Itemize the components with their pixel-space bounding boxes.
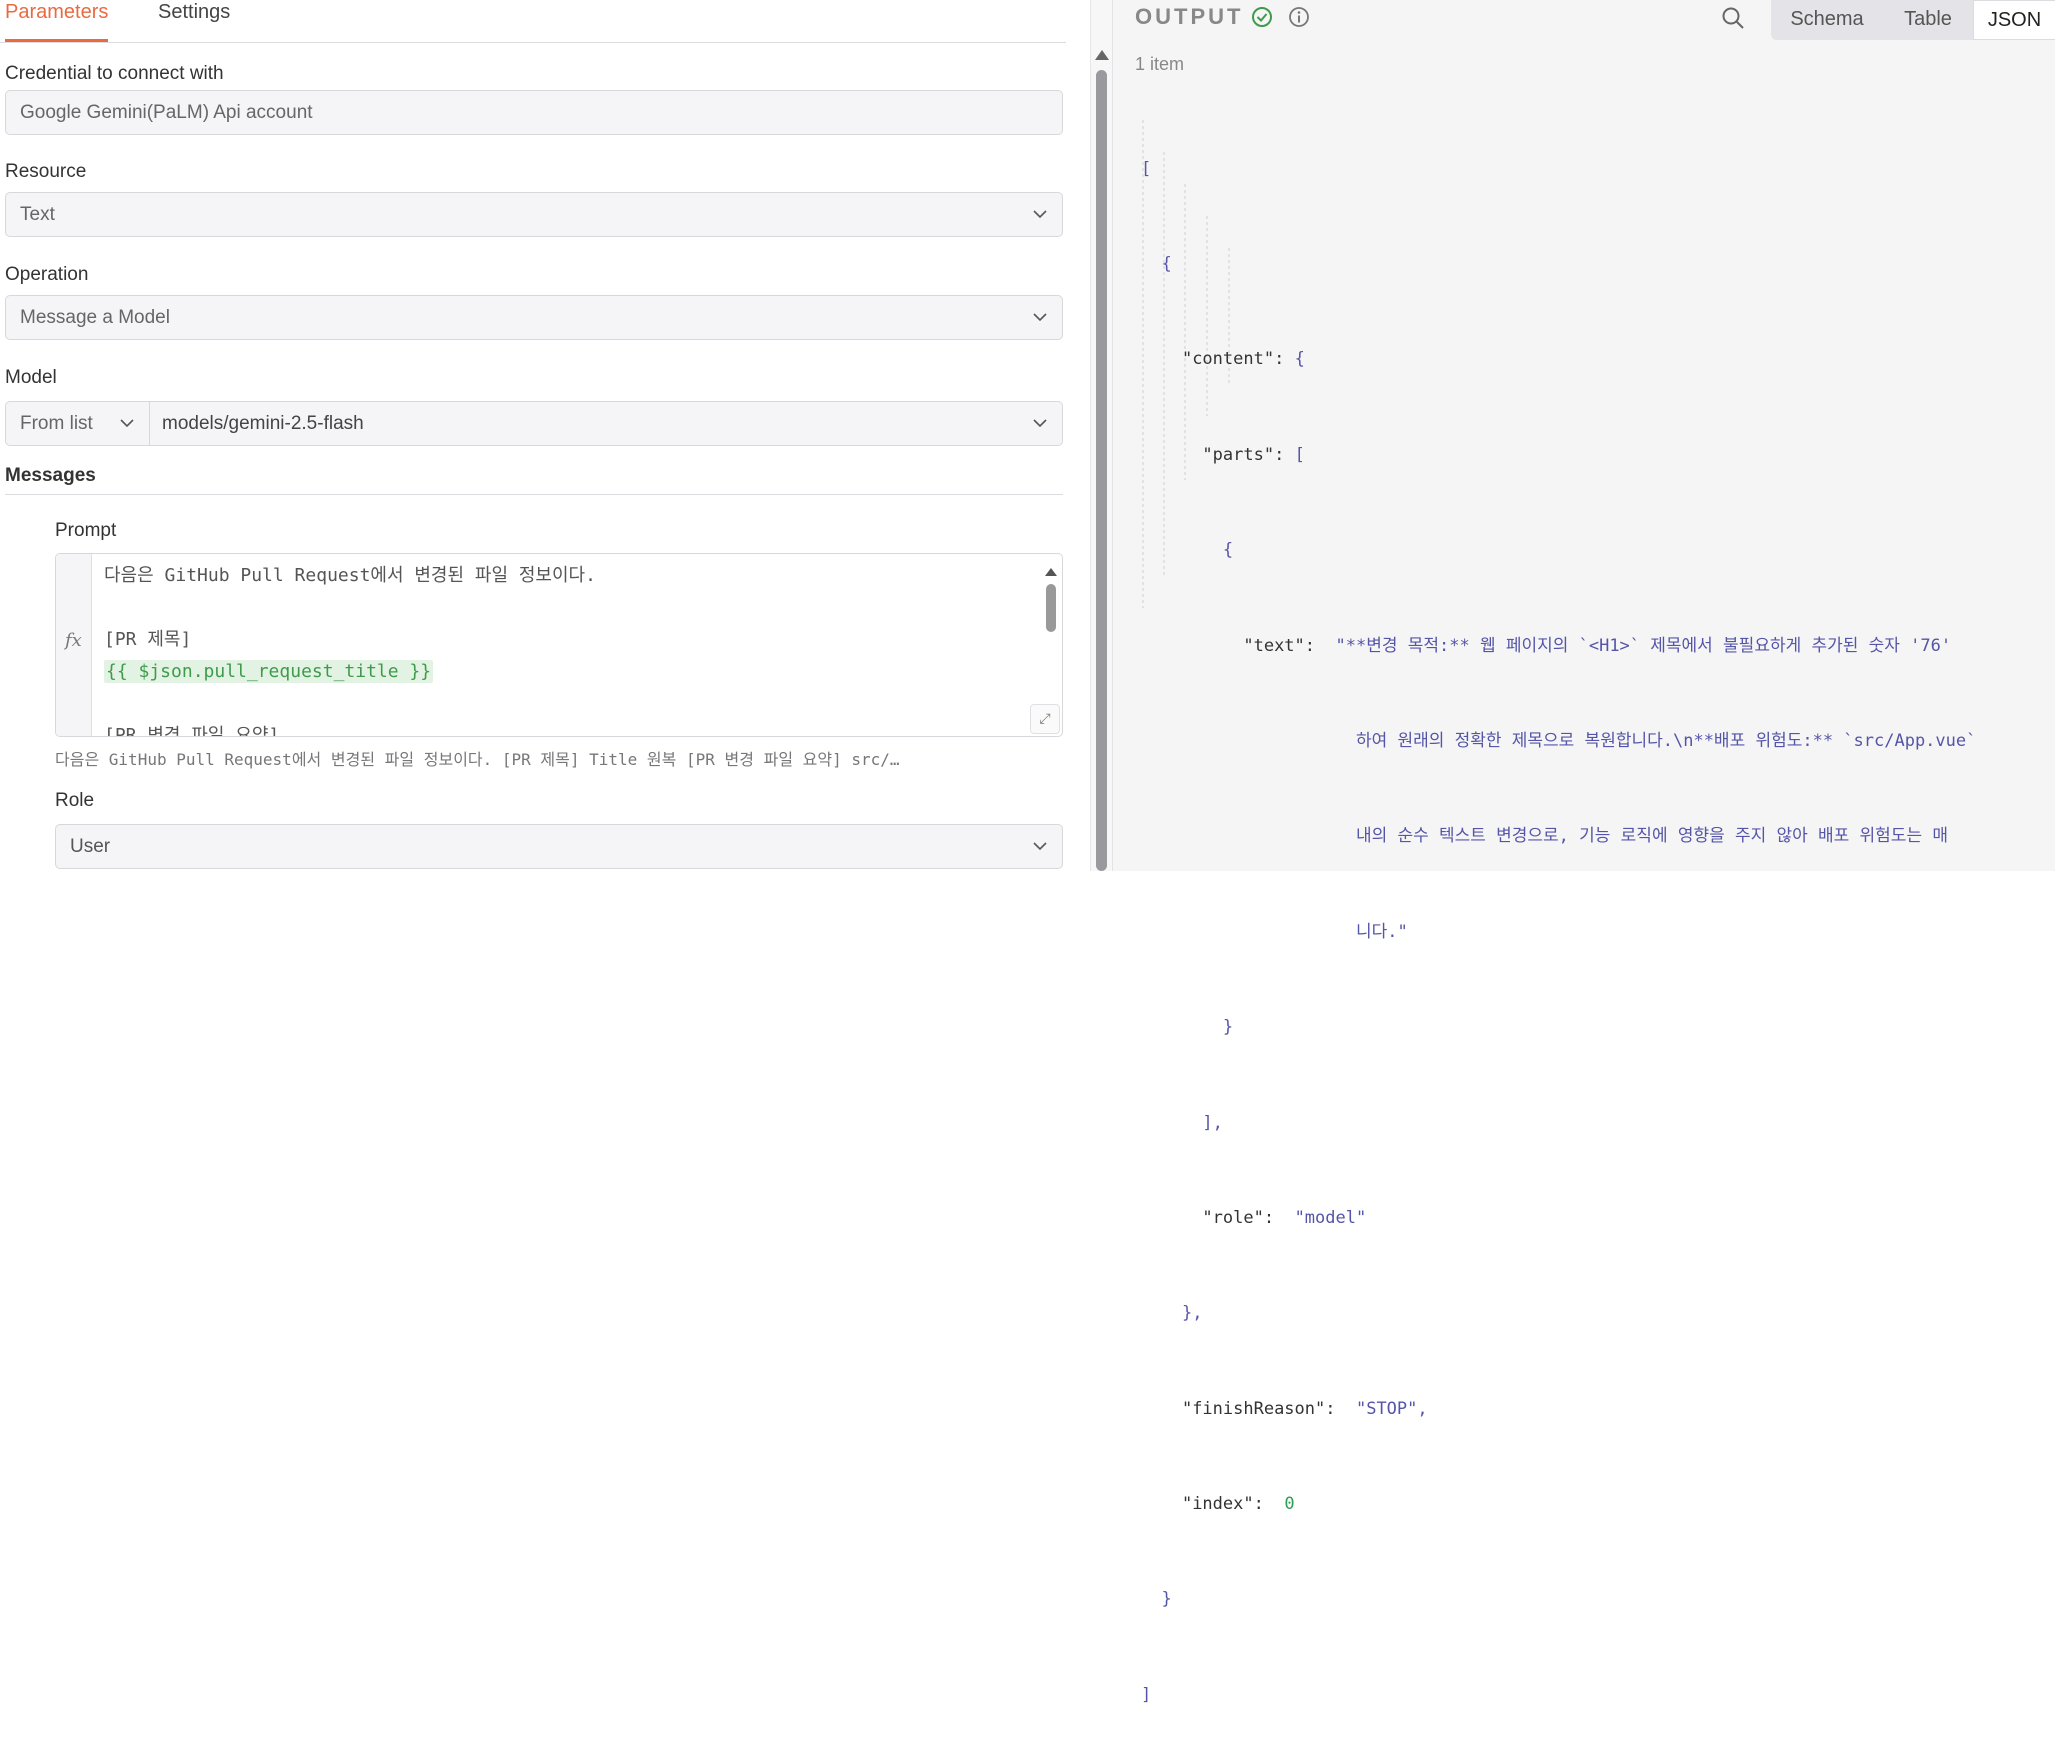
scrollbar-thumb[interactable] — [1096, 70, 1107, 871]
expression-gutter: fx — [56, 554, 92, 736]
json-line: { — [1222, 540, 1234, 561]
json-line: } — [1161, 1589, 1172, 1610]
json-line: }, — [1181, 1303, 1203, 1324]
json-line: "index": 0 — [1181, 1494, 1295, 1515]
json-line: } — [1222, 1017, 1234, 1038]
prompt-line: [PR 변경 파일 요약] — [104, 725, 280, 737]
model-value: models/gemini-2.5-flash — [162, 413, 364, 434]
tab-settings[interactable]: Settings — [158, 0, 230, 42]
operation-label: Operation — [5, 264, 89, 285]
messages-heading: Messages — [5, 465, 96, 486]
chevron-down-icon — [1033, 210, 1047, 219]
tab-parameters[interactable]: Parameters — [5, 0, 109, 42]
prompt-line: 다음은 GitHub Pull Request에서 변경된 파일 정보이다. — [104, 565, 596, 586]
json-line: "role": "model" — [1202, 1207, 1367, 1228]
model-select[interactable]: models/gemini-2.5-flash — [149, 401, 1063, 446]
json-line: 내의 순수 텍스트 변경으로, 기능 로직에 영향을 주지 않아 배포 위험도는… — [1355, 826, 1948, 847]
json-output: [ { "content": { "parts": [ { "text": "*… — [1141, 90, 1976, 1742]
resource-label: Resource — [5, 161, 87, 182]
prompt-label: Prompt — [55, 520, 117, 541]
json-line: "content": { — [1181, 349, 1305, 370]
prompt-scrollbar-thumb[interactable] — [1046, 584, 1056, 632]
credential-select[interactable]: Google Gemini(PaLM) Api account — [5, 90, 1063, 135]
prompt-editor[interactable]: fx 다음은 GitHub Pull Request에서 변경된 파일 정보이다… — [55, 553, 1063, 737]
prompt-preview: 다음은 GitHub Pull Request에서 변경된 파일 정보이다. [… — [55, 750, 900, 769]
prompt-line: [PR 제목] — [104, 629, 192, 650]
json-line: "text": "**변경 목적:** 웹 페이지의 `<H1>` 제목에서 불… — [1243, 635, 1952, 656]
model-source-value: From list — [20, 413, 93, 434]
parameters-panel: Parameters Settings Credential to connec… — [0, 0, 1090, 871]
messages-divider — [5, 494, 1063, 495]
prompt-code[interactable]: 다음은 GitHub Pull Request에서 변경된 파일 정보이다. [P… — [104, 560, 596, 737]
resource-select[interactable]: Text — [5, 192, 1063, 237]
operation-value: Message a Model — [20, 307, 170, 328]
json-line: ], — [1202, 1112, 1223, 1133]
model-source-select[interactable]: From list — [5, 401, 149, 446]
operation-select[interactable]: Message a Model — [5, 295, 1063, 340]
json-line: "finishReason": "STOP", — [1181, 1398, 1428, 1419]
json-line: ] — [1141, 1684, 1152, 1705]
json-line: 하여 원래의 정확한 제목으로 복원합니다.\n**배포 위험도:** `src… — [1355, 730, 1977, 751]
chevron-down-icon — [1033, 842, 1047, 851]
role-select[interactable]: User — [55, 824, 1063, 869]
role-value: User — [70, 836, 111, 857]
json-line: 니다." — [1355, 921, 1408, 942]
output-panel: OUTPUT Schema Table JSON 1 item [ { "con… — [1112, 0, 2055, 1705]
json-line: { — [1161, 253, 1172, 274]
resource-value: Text — [20, 204, 55, 225]
panel-scrollbar[interactable] — [1090, 0, 1112, 871]
credential-label: Credential to connect with — [5, 63, 224, 84]
model-label: Model — [5, 367, 57, 388]
chevron-down-icon — [1033, 419, 1047, 428]
role-label: Role — [55, 790, 95, 811]
chevron-down-icon — [1033, 313, 1047, 322]
panel-tabs: Parameters Settings — [0, 0, 1066, 43]
json-line: [ — [1141, 158, 1152, 179]
prompt-expression: {{ $json.pull_request_title }} — [104, 660, 434, 683]
credential-value: Google Gemini(PaLM) Api account — [20, 102, 313, 123]
expand-icon[interactable]: ⤢ — [1030, 704, 1060, 734]
scroll-up-arrow[interactable] — [1095, 50, 1109, 60]
json-text-value: "**변경 목적:** 웹 페이지의 `<H1>` 제목에서 불필요하게 추가된… — [1335, 635, 1952, 656]
json-line: "parts": [ — [1202, 444, 1305, 465]
chevron-down-icon — [120, 419, 134, 428]
fx-icon: fx — [65, 630, 82, 651]
